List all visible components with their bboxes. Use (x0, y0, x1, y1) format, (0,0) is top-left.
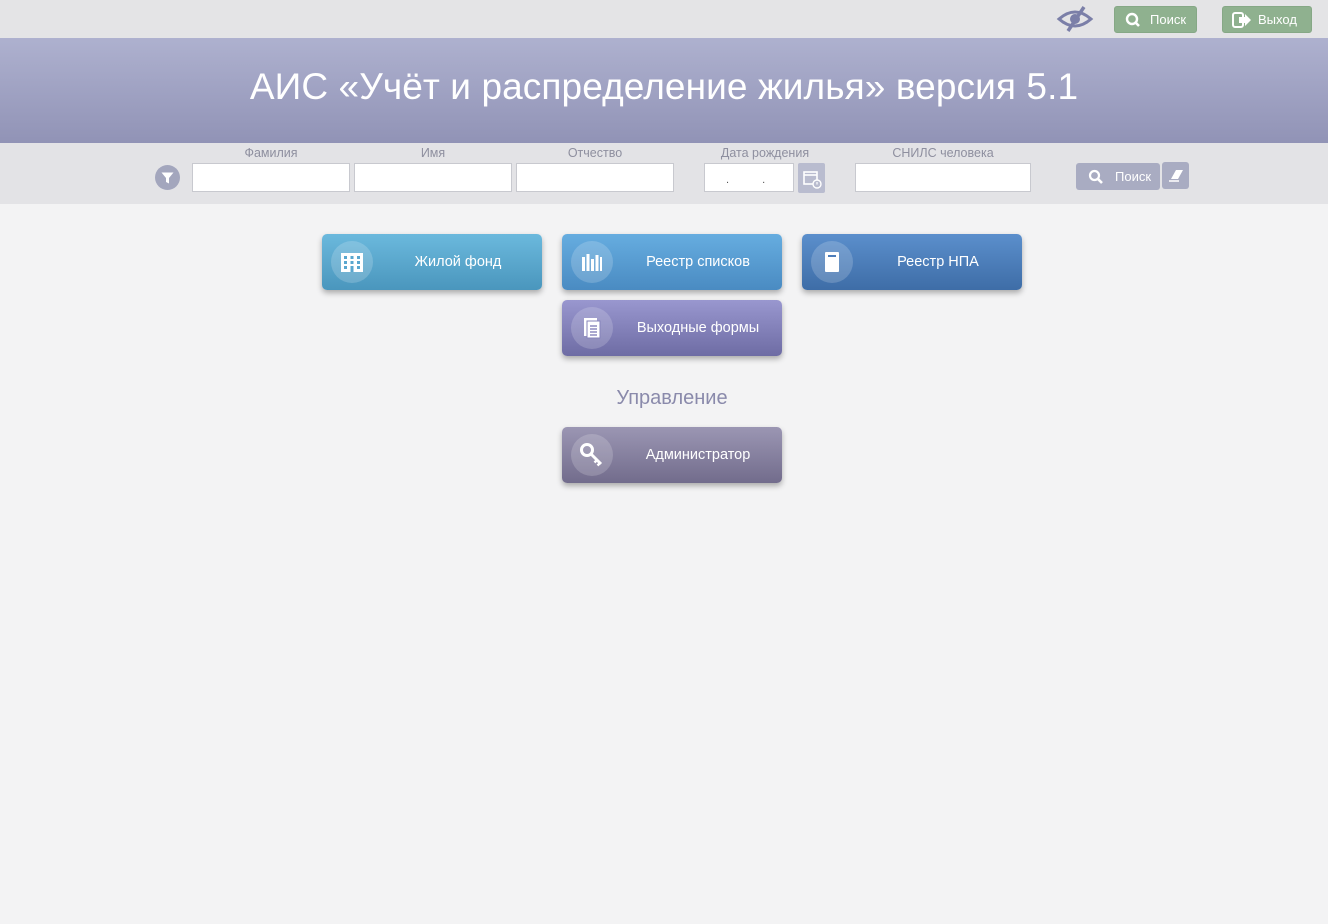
top-search-button[interactable]: Поиск (1114, 6, 1197, 33)
sign-out-icon (1232, 11, 1251, 28)
app-header: АИС «Учёт и распределение жилья» версия … (0, 38, 1328, 143)
person-search-button[interactable]: Поиск (1076, 163, 1160, 190)
snils-field[interactable] (855, 163, 1031, 192)
administrator-tile[interactable]: Администратор (562, 427, 782, 483)
lastname-field[interactable] (192, 163, 350, 192)
housing-fund-label: Жилой фонд (414, 254, 502, 270)
filter-icon[interactable] (155, 165, 180, 190)
book-icon (811, 241, 853, 283)
output-forms-label: Выходные формы (636, 320, 760, 336)
firstname-label: Имя (420, 146, 446, 160)
document-icon (571, 307, 613, 349)
person-search-bar: Фамилия Имя Отчество Дата рождения . . С… (0, 143, 1328, 204)
management-heading: Управление (616, 387, 728, 409)
eraser-icon[interactable] (1162, 162, 1189, 189)
registry-lists-label: Реестр списков (646, 254, 750, 270)
housing-fund-tile[interactable]: Жилой фонд (322, 234, 542, 290)
books-icon (571, 241, 613, 283)
birthdate-label: Дата рождения (720, 146, 810, 160)
app-title: АИС «Учёт и распределение жилья» версия … (249, 66, 1079, 107)
eye-slash-icon[interactable] (1056, 5, 1094, 33)
patronymic-field[interactable] (516, 163, 674, 192)
calendar-icon[interactable] (798, 163, 825, 193)
registry-npa-tile[interactable]: Реестр НПА (802, 234, 1022, 290)
output-forms-tile[interactable]: Выходные формы (562, 300, 782, 356)
building-icon (331, 241, 373, 283)
date-mask: . . (726, 174, 781, 186)
lastname-label: Фамилия (244, 146, 298, 160)
administrator-label: Администратор (645, 447, 751, 463)
top-bar: Поиск Выход (0, 0, 1328, 38)
firstname-field[interactable] (354, 163, 512, 192)
registry-npa-label: Реестр НПА (897, 254, 979, 270)
top-search-label: Поиск (1150, 12, 1187, 27)
registry-lists-tile[interactable]: Реестр списков (562, 234, 782, 290)
person-search-label: Поиск (1115, 169, 1152, 184)
search-icon (1088, 169, 1103, 184)
snils-label: СНИЛС человека (892, 146, 994, 160)
search-icon (1125, 12, 1140, 27)
exit-button[interactable]: Выход (1222, 6, 1312, 33)
key-icon (571, 434, 613, 476)
exit-label: Выход (1258, 12, 1297, 27)
patronymic-label: Отчество (567, 146, 623, 160)
